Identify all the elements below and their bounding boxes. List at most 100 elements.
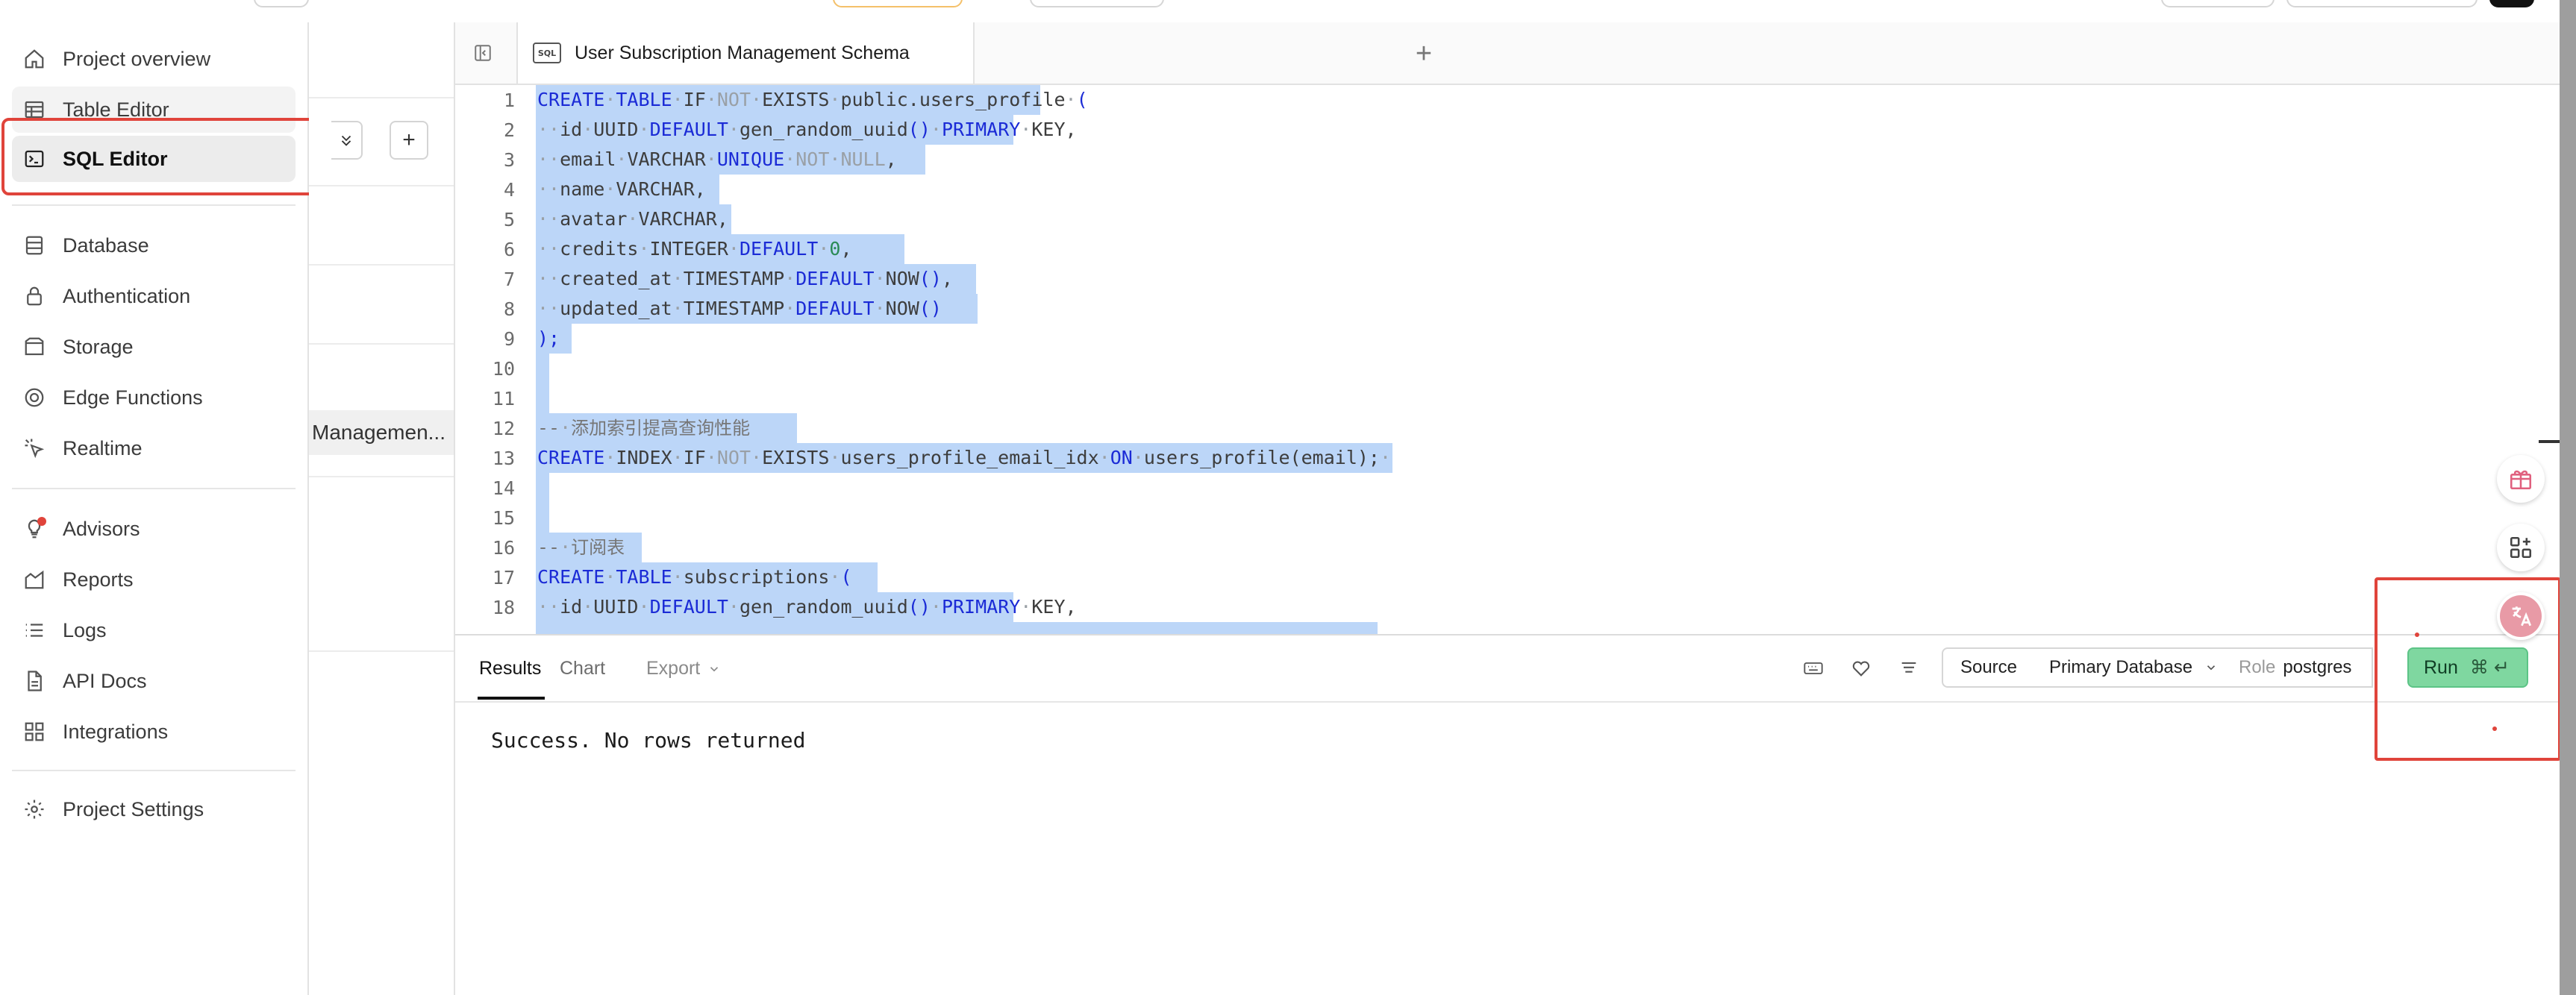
source-text: Source — [1960, 657, 2018, 677]
sidebar-item-label: Project overview — [63, 47, 211, 70]
sidebar-item-label: Storage — [63, 335, 134, 358]
code-line: ··updated_at·TIMESTAMP·DEFAULT·NOW() — [537, 298, 942, 319]
active-tab-indicator — [478, 697, 545, 700]
sidebar-item-label: Reports — [63, 568, 134, 591]
line-number: 9 — [503, 327, 515, 350]
format-sql-button[interactable] — [1894, 653, 1924, 683]
divider — [309, 650, 454, 652]
cursor-click-icon — [19, 433, 49, 463]
line-number: 14 — [492, 477, 515, 499]
line-number: 10 — [492, 357, 515, 380]
code-line: ··name·VARCHAR, — [537, 178, 706, 200]
code-line: ··email·VARCHAR·UNIQUE·NOT·NULL, — [537, 148, 897, 170]
document-icon — [19, 666, 49, 696]
editor-line: 18 — [455, 592, 515, 622]
editor-tab-bar: SQL User Subscription Management Schema … — [455, 22, 2560, 85]
tab-chart[interactable]: Chart — [560, 658, 605, 679]
tab-results[interactable]: Results — [479, 658, 541, 679]
code-line: CREATE·TABLE·IF·NOT·EXISTS·public.users_… — [537, 89, 1088, 110]
chevron-down-icon — [2207, 665, 2216, 671]
apps-icon — [2510, 536, 2532, 559]
top-control[interactable] — [254, 0, 309, 7]
top-badge[interactable] — [833, 0, 963, 7]
home-icon — [19, 44, 49, 74]
divider — [12, 204, 296, 206]
export-dropdown[interactable]: Export — [646, 658, 721, 679]
editor-line: 11 — [455, 383, 515, 413]
align-left-icon — [1901, 662, 1916, 673]
sidebar-item-project-overview[interactable]: Project overview — [12, 36, 296, 82]
new-snippet-button[interactable]: + — [390, 121, 428, 160]
editor-line: 14 — [455, 473, 515, 503]
gift-button[interactable] — [2497, 455, 2545, 503]
sidebar: Project overview Table Editor SQL Editor… — [0, 22, 331, 995]
line-number: 13 — [492, 447, 515, 469]
divider — [309, 476, 454, 477]
sidebar-item-api-docs[interactable]: API Docs — [12, 658, 296, 704]
heart-icon — [1852, 661, 1870, 677]
divider — [12, 488, 296, 489]
sidebar-item-label: Database — [63, 233, 149, 257]
code-line: ··avatar·VARCHAR, — [537, 208, 728, 230]
sidebar-item-advisors[interactable]: Advisors — [12, 506, 296, 552]
sidebar-item-logs[interactable]: Logs — [12, 607, 296, 653]
line-number: 4 — [503, 178, 515, 201]
new-tab-button[interactable]: + — [1409, 39, 1439, 69]
sidebar-item-label: Edge Functions — [63, 386, 203, 409]
divider — [309, 185, 454, 186]
snippet-item-active[interactable]: Managemen... — [309, 410, 454, 455]
sidebar-item-storage[interactable]: Storage — [12, 324, 296, 370]
gift-icon — [2510, 470, 2532, 490]
line-number: 2 — [503, 119, 515, 141]
line-number: 1 — [503, 89, 515, 111]
sidebar-item-project-settings[interactable]: Project Settings — [12, 786, 296, 832]
editor-line: 5 — [455, 204, 515, 234]
top-control[interactable] — [2286, 0, 2477, 7]
annotation-dot — [2415, 633, 2419, 637]
tab-label: User Subscription Management Schema — [575, 42, 910, 63]
editor-line: 10 — [455, 354, 515, 383]
database-select[interactable]: Primary Database — [2034, 647, 2225, 688]
apps-button[interactable] — [2497, 524, 2545, 571]
divider — [12, 770, 296, 771]
divider — [309, 264, 454, 266]
sql-editor[interactable]: 1 2 3 4 5 6 7 8 9 10 11 12 13 14 15 16 1… — [455, 85, 2560, 634]
database-icon — [19, 230, 49, 260]
sidebar-item-database[interactable]: Database — [12, 222, 296, 269]
sidebar-item-edge-functions[interactable]: Edge Functions — [12, 374, 296, 421]
favorite-button[interactable] — [1846, 653, 1876, 683]
line-number: 5 — [503, 208, 515, 230]
results-toolbar: Results Chart Export Source Primary Data… — [455, 635, 2560, 703]
top-control[interactable] — [2161, 0, 2275, 7]
list-icon — [19, 615, 49, 645]
snippet-sort-button[interactable] — [331, 121, 363, 160]
translate-button[interactable] — [2497, 592, 2545, 640]
keyboard-shortcuts-button[interactable] — [1798, 653, 1828, 683]
top-control[interactable] — [1030, 0, 1164, 7]
snippet-label: Managemen... — [312, 421, 446, 444]
line-number: 11 — [492, 387, 515, 409]
code-line: CREATE·INDEX·IF·NOT·EXISTS·users_profile… — [537, 447, 1392, 468]
top-bar — [0, 0, 2560, 24]
results-panel: Success. No rows returned — [455, 703, 2560, 995]
collapse-panel-button[interactable] — [470, 40, 495, 66]
sidebar-item-reports[interactable]: Reports — [12, 556, 296, 603]
editor-scroll-marker[interactable] — [2539, 440, 2560, 443]
avatar[interactable] — [2489, 0, 2534, 7]
role-select[interactable]: Role postgres — [2224, 647, 2373, 688]
snippets-panel: + Managemen... — [309, 22, 455, 995]
tab-user-subscription-schema[interactable]: SQL User Subscription Management Schema — [516, 22, 975, 84]
plus-icon: + — [402, 128, 416, 152]
line-number: 16 — [492, 536, 515, 559]
chart-icon — [19, 565, 49, 594]
sidebar-item-realtime[interactable]: Realtime — [12, 425, 296, 471]
editor-line: 3 — [455, 145, 515, 175]
editor-line: 7 — [455, 264, 515, 294]
line-number: 15 — [492, 506, 515, 529]
sidebar-item-integrations[interactable]: Integrations — [12, 709, 296, 755]
editor-line: 9 — [455, 324, 515, 354]
code-line: --·添加索引提高查询性能 — [537, 417, 751, 439]
sidebar-item-authentication[interactable]: Authentication — [12, 273, 296, 319]
translate-icon — [2500, 595, 2542, 637]
code-line: ); — [537, 327, 560, 349]
